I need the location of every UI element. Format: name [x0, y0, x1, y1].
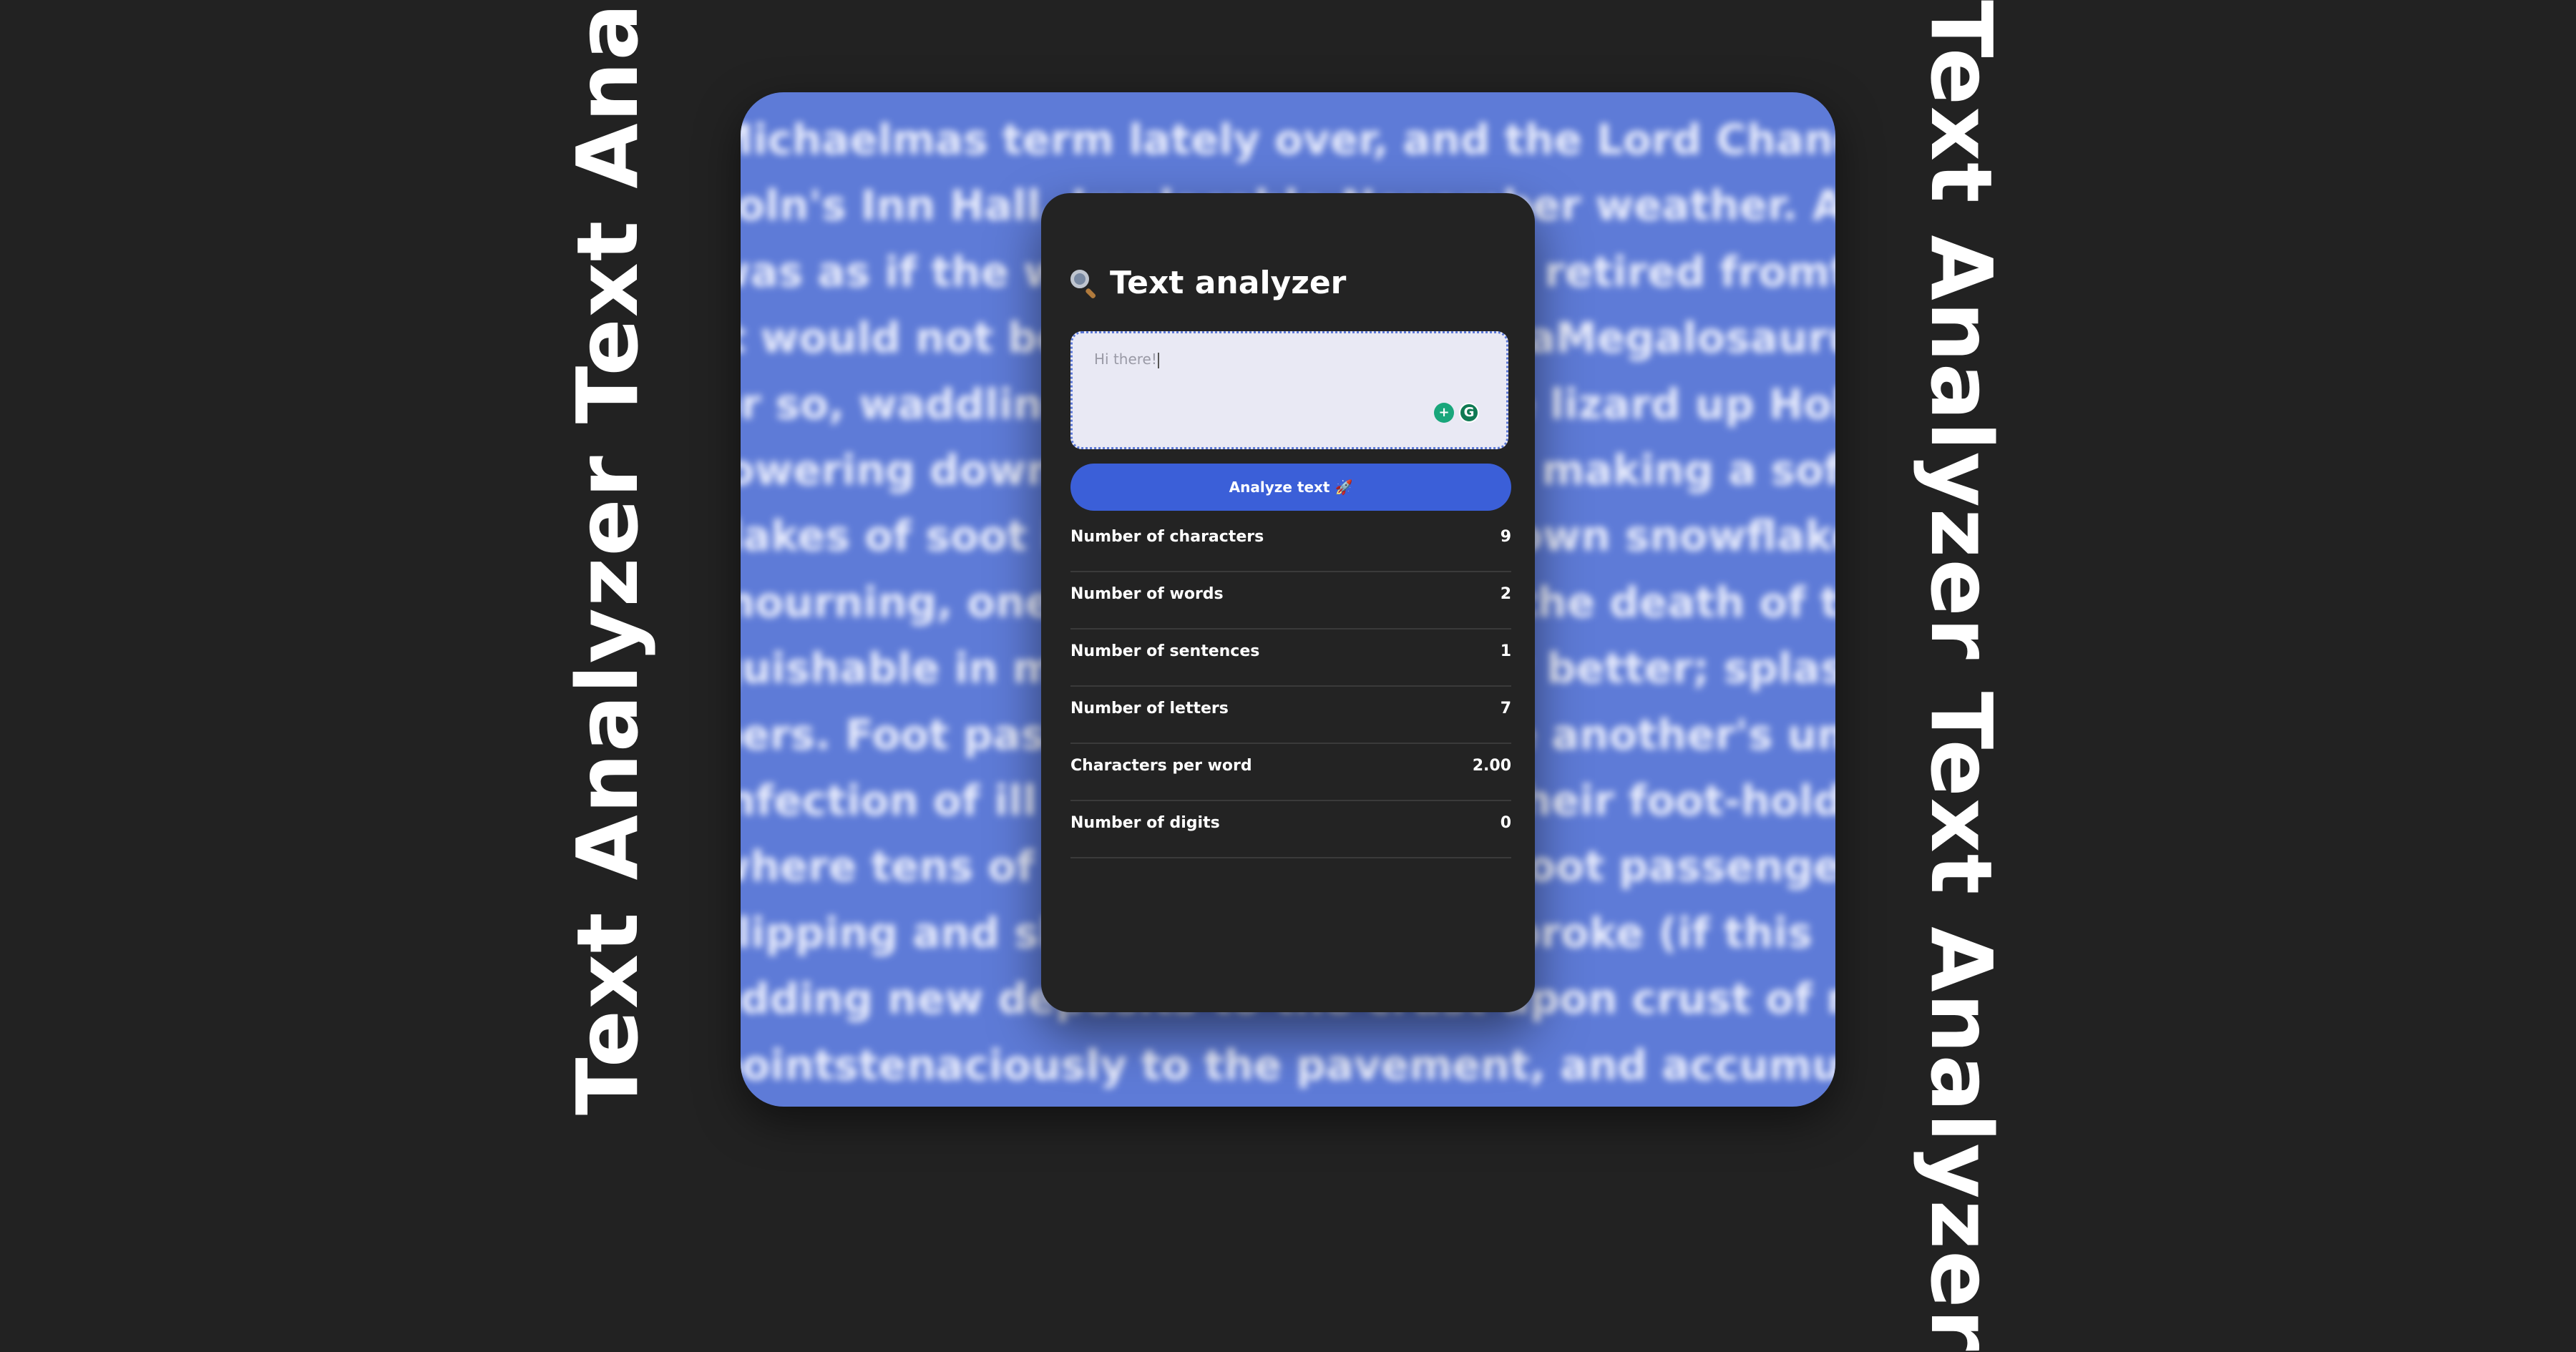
stat-value: 2.00 — [1472, 757, 1511, 775]
analyze-text-button[interactable]: Analyze text 🚀 — [1070, 464, 1511, 511]
text-input-value[interactable]: Hi there! — [1094, 351, 1159, 368]
stat-label: Number of sentences — [1070, 642, 1260, 660]
stat-label: Number of words — [1070, 585, 1224, 603]
text-input-area[interactable]: Hi there! + G — [1070, 331, 1508, 449]
magnifying-glass-icon — [1068, 268, 1100, 299]
text-input-content: Hi there! — [1094, 351, 1157, 368]
stat-row-words: Number of words 2 — [1070, 572, 1511, 630]
stat-row-digits: Number of digits 0 — [1070, 801, 1511, 858]
text-analyzer-card: Text analyzer Hi there! + G Analyze text… — [1041, 193, 1535, 1012]
stat-row-chars-per-word: Characters per word 2.00 — [1070, 744, 1511, 801]
background-text-line: Michaelmas term lately over, and the Lor… — [741, 115, 1835, 164]
decorative-text-left: Text Analyzer Text Analyzer — [558, 0, 657, 1115]
stat-value: 0 — [1500, 814, 1511, 832]
grammarly-icon[interactable]: G — [1459, 403, 1479, 423]
text-cursor — [1157, 352, 1159, 368]
stat-value: 1 — [1500, 642, 1511, 660]
stat-label: Number of letters — [1070, 700, 1229, 717]
background-text-line: pointstenaciously to the pavement, and a… — [741, 1040, 1835, 1089]
stat-label: Characters per word — [1070, 757, 1252, 775]
stat-label: Number of digits — [1070, 814, 1220, 832]
stat-value: 9 — [1500, 528, 1511, 546]
stat-value: 2 — [1500, 585, 1511, 603]
app-title-text: Text analyzer — [1110, 265, 1347, 301]
grammar-assist-icon[interactable]: + — [1434, 403, 1454, 423]
app-title: Text analyzer — [1068, 265, 1346, 301]
decorative-text-right: Text Analyzer Text Analyzer — [1912, 0, 2011, 1352]
stats-list: Number of characters 9 Number of words 2… — [1070, 515, 1511, 858]
stat-value: 7 — [1500, 700, 1511, 717]
stat-label: Number of characters — [1070, 528, 1264, 546]
stat-row-sentences: Number of sentences 1 — [1070, 630, 1511, 687]
stat-row-characters: Number of characters 9 — [1070, 515, 1511, 572]
stat-row-letters: Number of letters 7 — [1070, 687, 1511, 744]
